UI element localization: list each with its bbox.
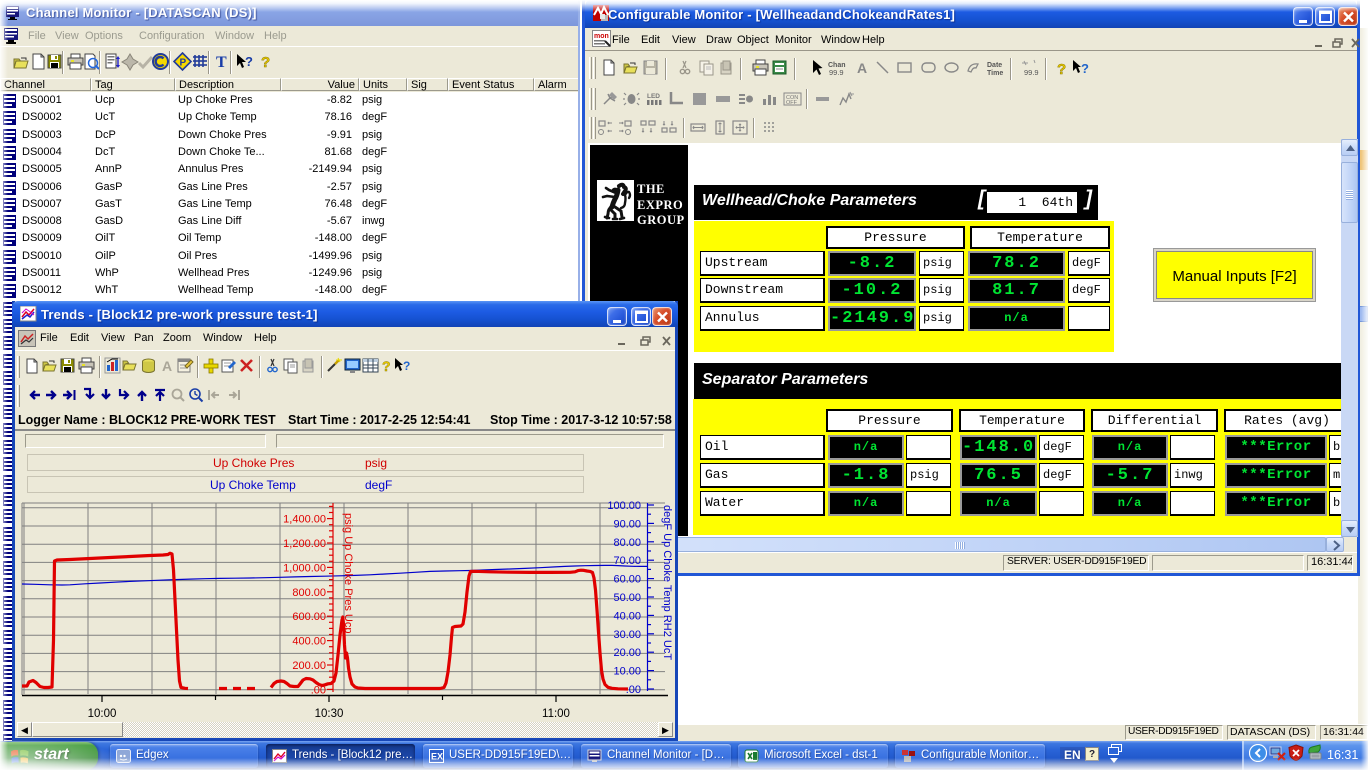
svg-text:600.00: 600.00 bbox=[292, 611, 326, 623]
svg-text:?: ? bbox=[245, 54, 253, 69]
svg-text:.00: .00 bbox=[626, 684, 641, 696]
svg-text:OFF: OFF bbox=[786, 100, 798, 106]
svg-text:40.00: 40.00 bbox=[613, 610, 641, 622]
svg-text:1,400.00: 1,400.00 bbox=[283, 514, 326, 526]
svg-text:.00: .00 bbox=[311, 684, 326, 696]
svg-text:A: A bbox=[162, 358, 172, 374]
svg-text:10:30: 10:30 bbox=[315, 708, 344, 720]
svg-text:99.9: 99.9 bbox=[1024, 68, 1039, 77]
svg-text:30.00: 30.00 bbox=[613, 629, 641, 641]
svg-text:?: ? bbox=[1081, 61, 1089, 76]
svg-text:60.00: 60.00 bbox=[613, 574, 641, 586]
svg-text:degF Up Choke Temp RH2 UcT: degF Up Choke Temp RH2 UcT bbox=[661, 505, 673, 660]
svg-text:P: P bbox=[180, 58, 187, 69]
svg-text:LED: LED bbox=[647, 93, 660, 100]
svg-text:10:00: 10:00 bbox=[88, 708, 117, 720]
svg-text:70.00: 70.00 bbox=[613, 555, 641, 567]
svg-text:?: ? bbox=[261, 54, 270, 71]
svg-text:?: ? bbox=[403, 359, 410, 373]
svg-text:psig Up Choke Pres Ucp: psig Up Choke Pres Ucp bbox=[342, 513, 354, 633]
svg-text:A: A bbox=[857, 60, 867, 76]
svg-text:99.9: 99.9 bbox=[829, 68, 844, 77]
svg-text:11:00: 11:00 bbox=[542, 708, 570, 720]
svg-text:Date: Date bbox=[987, 62, 1002, 69]
svg-text:20.00: 20.00 bbox=[613, 647, 641, 659]
svg-text:Time: Time bbox=[987, 70, 1003, 77]
svg-text:1,000.00: 1,000.00 bbox=[283, 562, 326, 574]
svg-text:50.00: 50.00 bbox=[613, 592, 641, 604]
svg-text:mon: mon bbox=[594, 33, 609, 40]
svg-text:10.00: 10.00 bbox=[613, 666, 641, 678]
svg-text:800.00: 800.00 bbox=[292, 587, 326, 599]
svg-text:1,200.00: 1,200.00 bbox=[283, 538, 326, 550]
svg-text:?: ? bbox=[382, 358, 391, 374]
svg-text:90.00: 90.00 bbox=[613, 518, 641, 530]
svg-text:?: ? bbox=[1057, 61, 1066, 77]
svg-text:400.00: 400.00 bbox=[292, 636, 326, 648]
svg-text:80.00: 80.00 bbox=[613, 537, 641, 549]
svg-text:100.00: 100.00 bbox=[607, 500, 641, 512]
svg-text:T: T bbox=[216, 54, 227, 71]
svg-text:200.00: 200.00 bbox=[292, 660, 326, 672]
